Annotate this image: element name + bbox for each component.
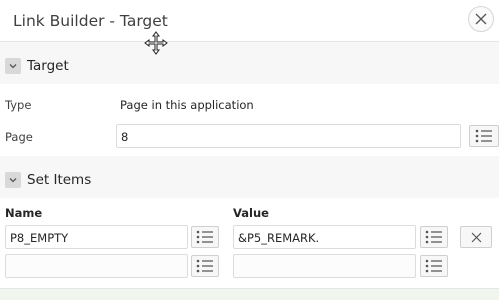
page-label: Page — [5, 130, 33, 144]
list-icon — [196, 230, 213, 244]
item-value-input[interactable]: &P5_REMARK. — [233, 225, 416, 249]
close-button[interactable] — [468, 6, 494, 32]
item-value-lov-button[interactable] — [420, 226, 448, 248]
page-input[interactable]: 8 — [116, 124, 461, 148]
item-name-input[interactable]: P8_EMPTY — [5, 225, 188, 249]
value-column-header: Value — [233, 206, 269, 220]
close-icon — [471, 232, 481, 242]
set-items-region-title: Set Items — [27, 172, 92, 188]
item-name-lov-button[interactable] — [191, 226, 219, 248]
list-icon — [475, 129, 492, 143]
type-value: Page in this application — [120, 98, 254, 112]
target-region-header[interactable]: Target — [0, 48, 499, 84]
collapse-icon[interactable] — [5, 58, 21, 74]
dialog-titlebar[interactable]: Link Builder - Target — [0, 0, 499, 42]
link-builder-dialog: Link Builder - Target Target Type Page i… — [0, 0, 499, 300]
type-label: Type — [5, 98, 32, 112]
remove-item-button[interactable] — [460, 226, 492, 248]
item-name-input[interactable] — [5, 254, 188, 278]
item-name-lov-button[interactable] — [191, 255, 219, 277]
close-icon — [475, 13, 487, 25]
item-value-lov-button[interactable] — [420, 255, 448, 277]
dialog-title: Link Builder - Target — [13, 11, 168, 30]
name-column-header: Name — [5, 206, 43, 220]
page-lov-button[interactable] — [469, 125, 499, 147]
move-cursor-icon — [144, 31, 168, 55]
dialog-footer — [0, 288, 499, 300]
list-icon — [425, 259, 442, 273]
list-icon — [196, 259, 213, 273]
item-value-input[interactable] — [233, 254, 416, 278]
list-icon — [425, 230, 442, 244]
set-items-region-header[interactable]: Set Items — [0, 162, 499, 198]
target-region-title: Target — [27, 58, 69, 74]
collapse-icon[interactable] — [5, 172, 21, 188]
